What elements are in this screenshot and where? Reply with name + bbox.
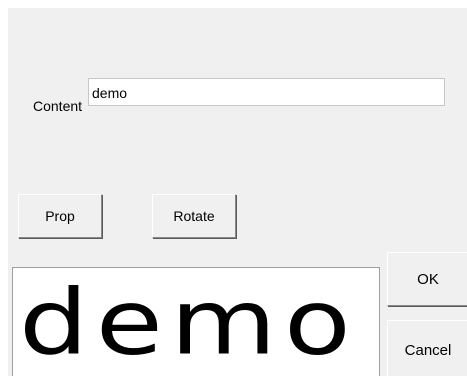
prop-button-label: Prop xyxy=(45,208,75,224)
cancel-button[interactable]: Cancel xyxy=(387,320,467,376)
preview-box: demo xyxy=(12,267,380,376)
cancel-button-label: Cancel xyxy=(404,341,452,359)
rotate-button-label: Rotate xyxy=(173,208,215,224)
ok-button-label: OK xyxy=(417,270,439,288)
dialog-window: Content Prop Rotate demo OK Cancel xyxy=(8,8,467,376)
prop-button[interactable]: Prop xyxy=(18,194,102,238)
content-input[interactable] xyxy=(88,78,445,106)
rotate-button[interactable]: Rotate xyxy=(152,194,236,238)
ok-button[interactable]: OK xyxy=(387,252,467,306)
content-label: Content xyxy=(33,98,83,114)
preview-text: demo xyxy=(19,270,359,376)
